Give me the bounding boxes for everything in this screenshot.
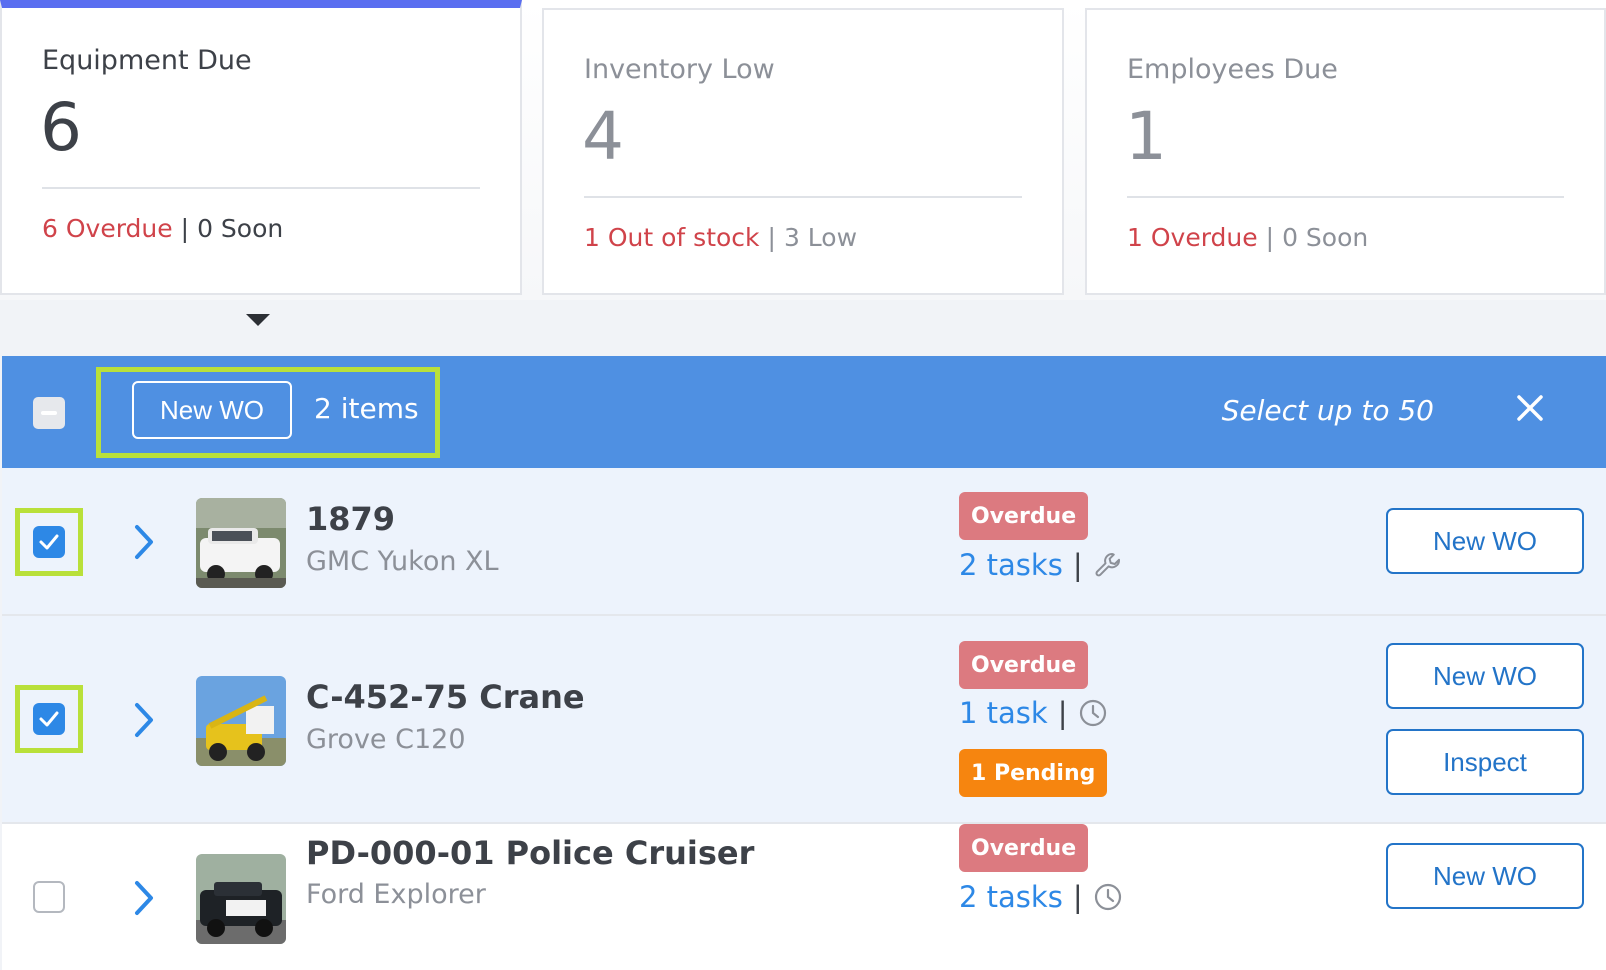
task-info: 1 task | — [959, 696, 1108, 730]
chevron-right-icon[interactable] — [130, 700, 158, 740]
separator: | — [767, 223, 776, 252]
task-info: 2 tasks | — [959, 548, 1123, 582]
equipment-id[interactable]: C-452-75 Crane — [306, 678, 585, 716]
card-count: 4 — [582, 98, 624, 175]
table-row[interactable]: C-452-75 Crane Grove C120 Overdue 1 task… — [2, 616, 1606, 824]
status-badge: Overdue — [959, 824, 1089, 872]
close-icon[interactable] — [1510, 388, 1550, 428]
equipment-id[interactable]: 1879 — [306, 500, 395, 538]
row-checkbox[interactable] — [33, 881, 65, 913]
separator: | — [180, 214, 190, 243]
inventory-low-card[interactable]: Inventory Low 4 1 Out of stock | 3 Low — [542, 8, 1064, 295]
checkmark-icon — [39, 711, 59, 727]
tasks-link[interactable]: 1 task — [959, 696, 1048, 730]
card-title: Inventory Low — [584, 54, 775, 85]
chevron-right-icon[interactable] — [130, 522, 158, 562]
pending-badge[interactable]: 1 Pending — [959, 749, 1108, 797]
card-divider — [584, 196, 1022, 198]
out-of-stock-count[interactable]: 1 Out of stock — [584, 223, 760, 252]
clock-icon — [1079, 699, 1106, 727]
equipment-thumbnail[interactable] — [196, 498, 286, 588]
card-count: 6 — [40, 89, 82, 166]
new-wo-button[interactable]: New WO — [1386, 643, 1584, 709]
overdue-count[interactable]: 1 Overdue — [1127, 223, 1258, 252]
summary-cards: Equipment Due 6 6 Overdue | 0 Soon Invento… — [0, 0, 1606, 300]
checkmark-icon — [39, 534, 59, 550]
equipment-thumbnail[interactable] — [196, 676, 286, 766]
equipment-id[interactable]: PD-000-01 Police Cruiser — [306, 834, 754, 872]
card-footer: 6 Overdue | 0 Soon — [42, 214, 283, 243]
new-wo-button[interactable]: New WO — [1386, 508, 1584, 574]
table-row[interactable]: 1879 GMC Yukon XL Overdue 2 tasks | New W… — [2, 468, 1606, 616]
bulk-new-wo-button[interactable]: New WO — [132, 381, 292, 439]
equipment-due-card[interactable]: Equipment Due 6 6 Overdue | 0 Soon — [0, 0, 522, 295]
equipment-model: Grove C120 — [306, 724, 466, 755]
card-divider — [1127, 196, 1564, 198]
card-title: Employees Due — [1127, 54, 1338, 85]
selection-limit-text: Select up to 50 — [1221, 394, 1434, 427]
task-info: 2 tasks | — [959, 880, 1123, 914]
equipment-thumbnail[interactable] — [196, 854, 286, 944]
employees-due-card[interactable]: Employees Due 1 1 Overdue | 0 Soon — [1085, 8, 1606, 295]
tasks-link[interactable]: 2 tasks — [959, 880, 1063, 914]
card-footer: 1 Overdue | 0 Soon — [1127, 223, 1368, 252]
overdue-count[interactable]: 6 Overdue — [42, 214, 173, 243]
card-title: Equipment Due — [42, 45, 252, 76]
status-badge: Overdue — [959, 492, 1089, 540]
equipment-model: GMC Yukon XL — [306, 546, 499, 577]
clock-icon — [1094, 883, 1121, 911]
status-badge: Overdue — [959, 641, 1089, 689]
chevron-right-icon[interactable] — [130, 878, 158, 918]
select-all-checkbox[interactable] — [33, 397, 65, 429]
new-wo-button[interactable]: New WO — [1386, 843, 1584, 909]
bulk-selection-bar: New WO 2 items Select up to 50 — [2, 356, 1606, 468]
inspect-button[interactable]: Inspect — [1386, 729, 1584, 795]
soon-count[interactable]: 0 Soon — [197, 214, 283, 243]
wrench-icon — [1095, 553, 1120, 577]
card-footer: 1 Out of stock | 3 Low — [584, 223, 857, 252]
caret-down-icon — [246, 314, 270, 326]
soon-count[interactable]: 0 Soon — [1282, 223, 1368, 252]
card-divider — [42, 187, 480, 189]
card-count: 1 — [1125, 98, 1167, 175]
table-row[interactable]: PD-000-01 Police Cruiser Ford Explorer O… — [2, 824, 1606, 970]
selected-count: 2 items — [314, 392, 419, 425]
row-checkbox[interactable] — [33, 703, 65, 735]
separator: | — [1265, 223, 1275, 252]
row-checkbox[interactable] — [33, 526, 65, 558]
low-count[interactable]: 3 Low — [784, 223, 857, 252]
equipment-model: Ford Explorer — [306, 879, 486, 910]
tasks-link[interactable]: 2 tasks — [959, 548, 1063, 582]
